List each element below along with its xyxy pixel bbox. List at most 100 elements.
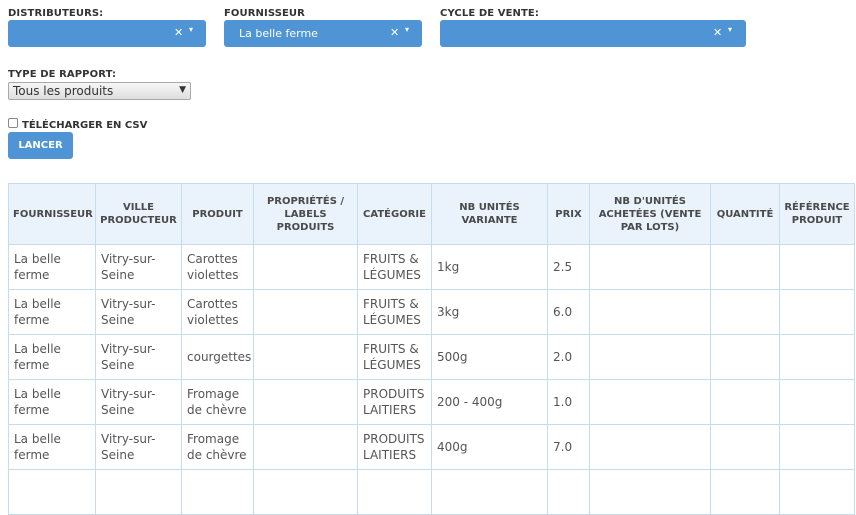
chevron-down-icon[interactable]: ▾ xyxy=(405,25,409,34)
cell-nb-achetees xyxy=(589,469,711,515)
column-header-proprietes: PROPRIÉTÉS / LABELS PRODUITS xyxy=(253,183,358,245)
column-header-fournisseur: FOURNISSEUR xyxy=(8,183,96,245)
cell-nb-unites: 3kg xyxy=(431,289,548,335)
cell-ville: Vitry-sur-Seine xyxy=(95,424,182,470)
cell-nb-unites: 1kg xyxy=(431,244,548,290)
column-header-reference: RÉFÉRENCE PRODUIT xyxy=(779,183,855,245)
cell-categorie: PRODUITS LAITIERS xyxy=(357,379,432,425)
table-body: La belle ferme Vitry-sur-Seine Carottes vi… xyxy=(8,244,855,515)
cell-prix: 2.5 xyxy=(547,244,590,290)
cell-categorie: FRUITS & LÉGUMES xyxy=(357,244,432,290)
fournisseur-label: FOURNISSEUR xyxy=(224,8,305,19)
cell-prix: 1.0 xyxy=(547,379,590,425)
cell-ville: Vitry-sur-Seine xyxy=(95,289,182,335)
cell-produit: Fromage de chèvre xyxy=(181,424,254,470)
column-header-produit: PRODUIT xyxy=(181,183,254,245)
table-row: La belle ferme Vitry-sur-Seine Carottes vi… xyxy=(8,289,855,335)
cell-quantite xyxy=(710,469,780,515)
clear-icon[interactable]: ✕ xyxy=(713,26,722,39)
clear-icon[interactable]: ✕ xyxy=(174,26,183,39)
type-rapport-value: Tous les produits xyxy=(13,84,114,98)
cell-quantite xyxy=(710,379,780,425)
column-header-quantite: QUANTITÉ xyxy=(710,183,780,245)
cell-quantite xyxy=(710,424,780,470)
cell-fournisseur: La belle ferme xyxy=(8,334,96,380)
chevron-down-icon[interactable]: ▾ xyxy=(728,25,732,34)
clear-icon[interactable]: ✕ xyxy=(390,26,399,39)
cell-ville: Vitry-sur-Seine xyxy=(95,334,182,380)
table-row: La belle ferme Vitry-sur-Seine Fromage de … xyxy=(8,424,855,470)
column-header-nb-unites: NB UNITÉS VARIANTE xyxy=(431,183,548,245)
cell-produit: Fromage de chèvre xyxy=(181,379,254,425)
cell-ville: Vitry-sur-Seine xyxy=(95,244,182,290)
cell-prix: 6.0 xyxy=(547,289,590,335)
cycle-label: CYCLE DE VENTE: xyxy=(440,8,539,19)
csv-checkbox-label[interactable]: TÉLÉCHARGER EN CSV xyxy=(22,120,147,131)
distributeurs-select[interactable]: ✕ ▾ xyxy=(8,20,206,47)
cycle-select[interactable]: ✕ ▾ xyxy=(440,20,746,47)
cell-fournisseur: La belle ferme xyxy=(8,244,96,290)
cell-quantite xyxy=(710,244,780,290)
cell-nb-achetees xyxy=(589,379,711,425)
table-row: La belle ferme Vitry-sur-Seine Carottes vi… xyxy=(8,244,855,290)
cell-fournisseur: La belle ferme xyxy=(8,289,96,335)
cell-nb-achetees xyxy=(589,289,711,335)
cell-proprietes xyxy=(253,379,358,425)
cell-ville: Vitry-sur-Seine xyxy=(95,379,182,425)
fournisseur-value: La belle ferme xyxy=(239,27,318,40)
type-rapport-label: TYPE DE RAPPORT: xyxy=(8,69,117,80)
csv-checkbox[interactable] xyxy=(8,118,18,128)
column-header-nb-achetees: NB D'UNITÉS ACHETÉES (VENTE PAR LOTS) xyxy=(589,183,711,245)
type-rapport-select[interactable]: Tous les produits ▼ xyxy=(8,82,191,100)
cell-reference xyxy=(779,379,855,425)
cell-produit: Carottes violettes xyxy=(181,244,254,290)
cell-reference xyxy=(779,469,855,515)
cell-quantite xyxy=(710,334,780,380)
cell-categorie: FRUITS & LÉGUMES xyxy=(357,289,432,335)
table-header: FOURNISSEUR VILLE PRODUCTEUR PRODUIT PRO… xyxy=(8,183,855,245)
cell-reference xyxy=(779,334,855,380)
cell-prix: 7.0 xyxy=(547,424,590,470)
cell-nb-unites: 400g xyxy=(431,424,548,470)
cell-nb-unites: 500g xyxy=(431,334,548,380)
cell-produit: Carottes violettes xyxy=(181,289,254,335)
cell-prix: 2.0 xyxy=(547,334,590,380)
cell-fournisseur: La belle ferme xyxy=(8,424,96,470)
cell-proprietes xyxy=(253,424,358,470)
cell-categorie xyxy=(357,469,432,515)
cell-reference xyxy=(779,289,855,335)
report-table: FOURNISSEUR VILLE PRODUCTEUR PRODUIT PRO… xyxy=(8,183,855,515)
cell-fournisseur xyxy=(8,469,96,515)
cell-nb-achetees xyxy=(589,244,711,290)
cell-fournisseur: La belle ferme xyxy=(8,379,96,425)
column-header-categorie: CATÉGORIE xyxy=(357,183,432,245)
cell-quantite xyxy=(710,289,780,335)
distributeurs-label: DISTRIBUTEURS: xyxy=(8,8,104,19)
cell-proprietes xyxy=(253,289,358,335)
table-row xyxy=(8,469,855,515)
header-row: FOURNISSEUR VILLE PRODUCTEUR PRODUIT PRO… xyxy=(8,183,855,245)
chevron-down-icon[interactable]: ▾ xyxy=(189,25,193,34)
cell-prix xyxy=(547,469,590,515)
cell-reference xyxy=(779,424,855,470)
cell-nb-unites xyxy=(431,469,548,515)
cell-proprietes xyxy=(253,469,358,515)
cell-categorie: FRUITS & LÉGUMES xyxy=(357,334,432,380)
column-header-prix: PRIX xyxy=(547,183,590,245)
cell-proprietes xyxy=(253,244,358,290)
fournisseur-select[interactable]: La belle ferme ✕ ▾ xyxy=(224,20,422,47)
cell-categorie: PRODUITS LAITIERS xyxy=(357,424,432,470)
lancer-button[interactable]: LANCER xyxy=(8,132,73,159)
cell-nb-achetees xyxy=(589,424,711,470)
dropdown-arrow-icon: ▼ xyxy=(179,85,186,95)
cell-ville xyxy=(95,469,182,515)
cell-produit xyxy=(181,469,254,515)
cell-proprietes xyxy=(253,334,358,380)
table-row: La belle ferme Vitry-sur-Seine Fromage de … xyxy=(8,379,855,425)
cell-nb-achetees xyxy=(589,334,711,380)
column-header-ville: VILLE PRODUCTEUR xyxy=(95,183,182,245)
cell-produit: courgettes xyxy=(181,334,254,380)
cell-nb-unites: 200 - 400g xyxy=(431,379,548,425)
table-row: La belle ferme Vitry-sur-Seine courgettes F… xyxy=(8,334,855,380)
cell-reference xyxy=(779,244,855,290)
